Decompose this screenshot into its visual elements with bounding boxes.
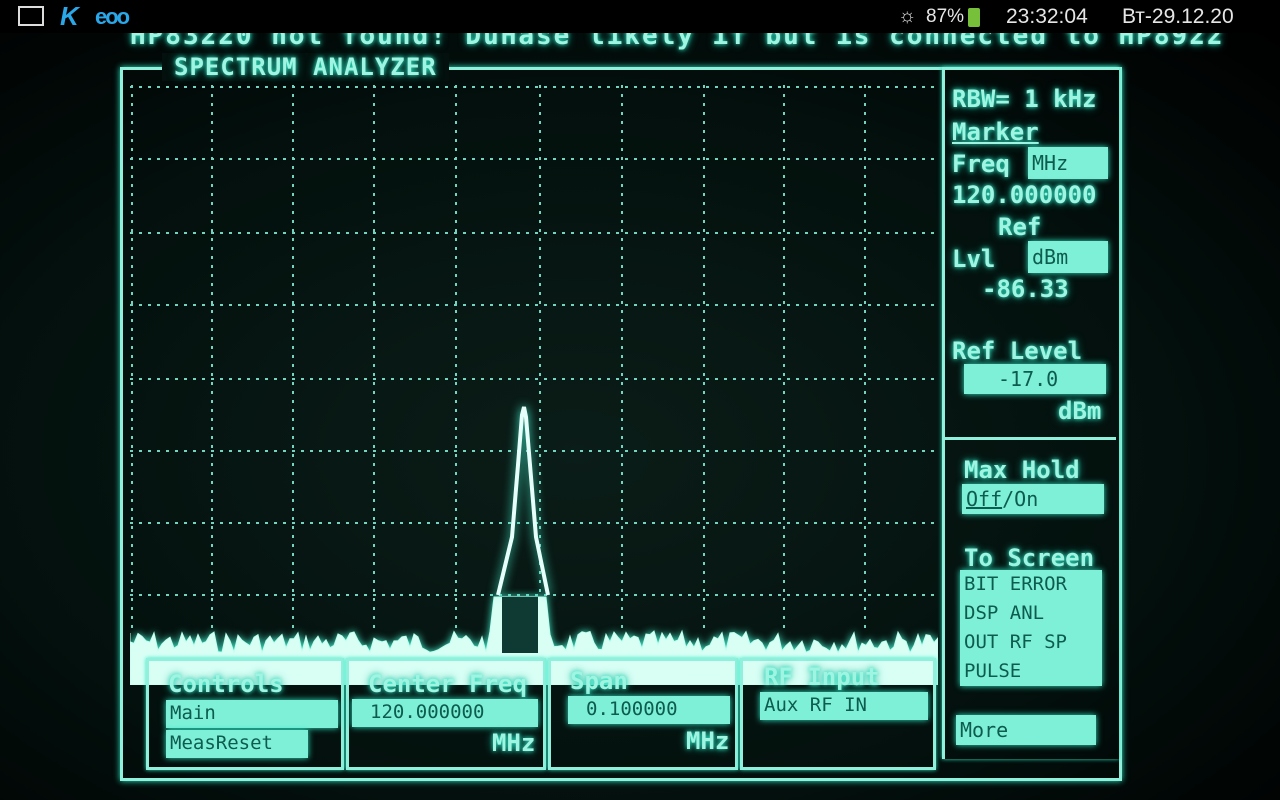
to-screen-option-bit-error[interactable]: BIT ERROR — [964, 570, 1102, 599]
ref-level-heading: Ref Level — [952, 337, 1083, 365]
more-button[interactable]: More — [956, 715, 1096, 745]
span-unit: MHz — [686, 727, 730, 755]
marker-freq-label: Freq — [952, 150, 1010, 178]
side-panel-divider — [942, 437, 1116, 440]
span-heading: Span — [570, 667, 628, 695]
eoo-app-icon: eoo — [95, 4, 130, 29]
battery-charging-icon — [968, 8, 980, 27]
controls-option-main[interactable]: Main — [166, 700, 338, 728]
rbw-readout: RBW= 1 kHz — [952, 85, 1097, 113]
controls-option-measreset[interactable]: MeasReset — [166, 730, 308, 758]
center-freq-heading: Center Freq — [368, 670, 527, 698]
max-hold-off: Off — [966, 487, 1003, 511]
k-app-icon: K — [60, 1, 79, 31]
center-freq-field[interactable]: 120.000000 — [352, 699, 538, 727]
crt-screen: HP83220 not found! DuHase likely if but … — [0, 33, 1280, 800]
gallery-icon — [18, 6, 44, 26]
marker-lvl-label: Lvl — [952, 245, 996, 273]
ref-level-field[interactable]: -17.0 — [964, 364, 1106, 394]
status-message: HP83220 not found! DuHase likely if but … — [130, 33, 1225, 51]
to-screen-heading: To Screen — [964, 544, 1095, 572]
marker-ref-label: Ref — [998, 213, 1042, 241]
marker-block — [502, 597, 538, 653]
max-hold-slash: / — [1002, 487, 1015, 511]
ref-level-unit: dBm — [1058, 397, 1102, 425]
max-hold-toggle[interactable]: Off/On — [962, 484, 1104, 514]
status-bar: K eoo ☼ 87% 23:32:04 Вт-29.12.20 — [0, 0, 1280, 33]
marker-freq-value: 120.000000 — [952, 181, 1097, 209]
max-hold-heading: Max Hold — [964, 456, 1080, 484]
max-hold-on: On — [1014, 487, 1039, 511]
marker-lvl-unit-box[interactable]: dBm — [1028, 241, 1108, 273]
spectrum-trace-area — [130, 406, 938, 685]
span-field[interactable]: 0.100000 — [568, 696, 730, 724]
rf-input-field[interactable]: Aux RF IN — [760, 692, 928, 720]
clock-date: Вт-29.12.20 — [1122, 5, 1234, 28]
battery-percent: 87% — [926, 6, 965, 27]
marker-lvl-value: -86.33 — [982, 275, 1069, 303]
marker-heading: Marker — [952, 118, 1039, 146]
to-screen-option-dsp-anl[interactable]: DSP ANL — [964, 599, 1102, 628]
screen-title: SPECTRUM ANALYZER — [162, 53, 449, 81]
controls-heading: Controls — [168, 670, 284, 698]
to-screen-option-out-rf-sp[interactable]: OUT RF SP — [964, 628, 1102, 657]
to-screen-list: BIT ERROR DSP ANL OUT RF SP PULSE — [960, 570, 1102, 686]
rf-input-heading: RF Input — [764, 663, 880, 691]
signal-peak — [496, 406, 550, 596]
center-freq-unit: MHz — [492, 729, 536, 757]
to-screen-option-pulse[interactable]: PULSE — [964, 657, 1102, 686]
clock-time: 23:32:04 — [1006, 5, 1088, 28]
wifi-icon: ☼ — [898, 5, 917, 27]
marker-freq-unit-box[interactable]: MHz — [1028, 147, 1108, 179]
